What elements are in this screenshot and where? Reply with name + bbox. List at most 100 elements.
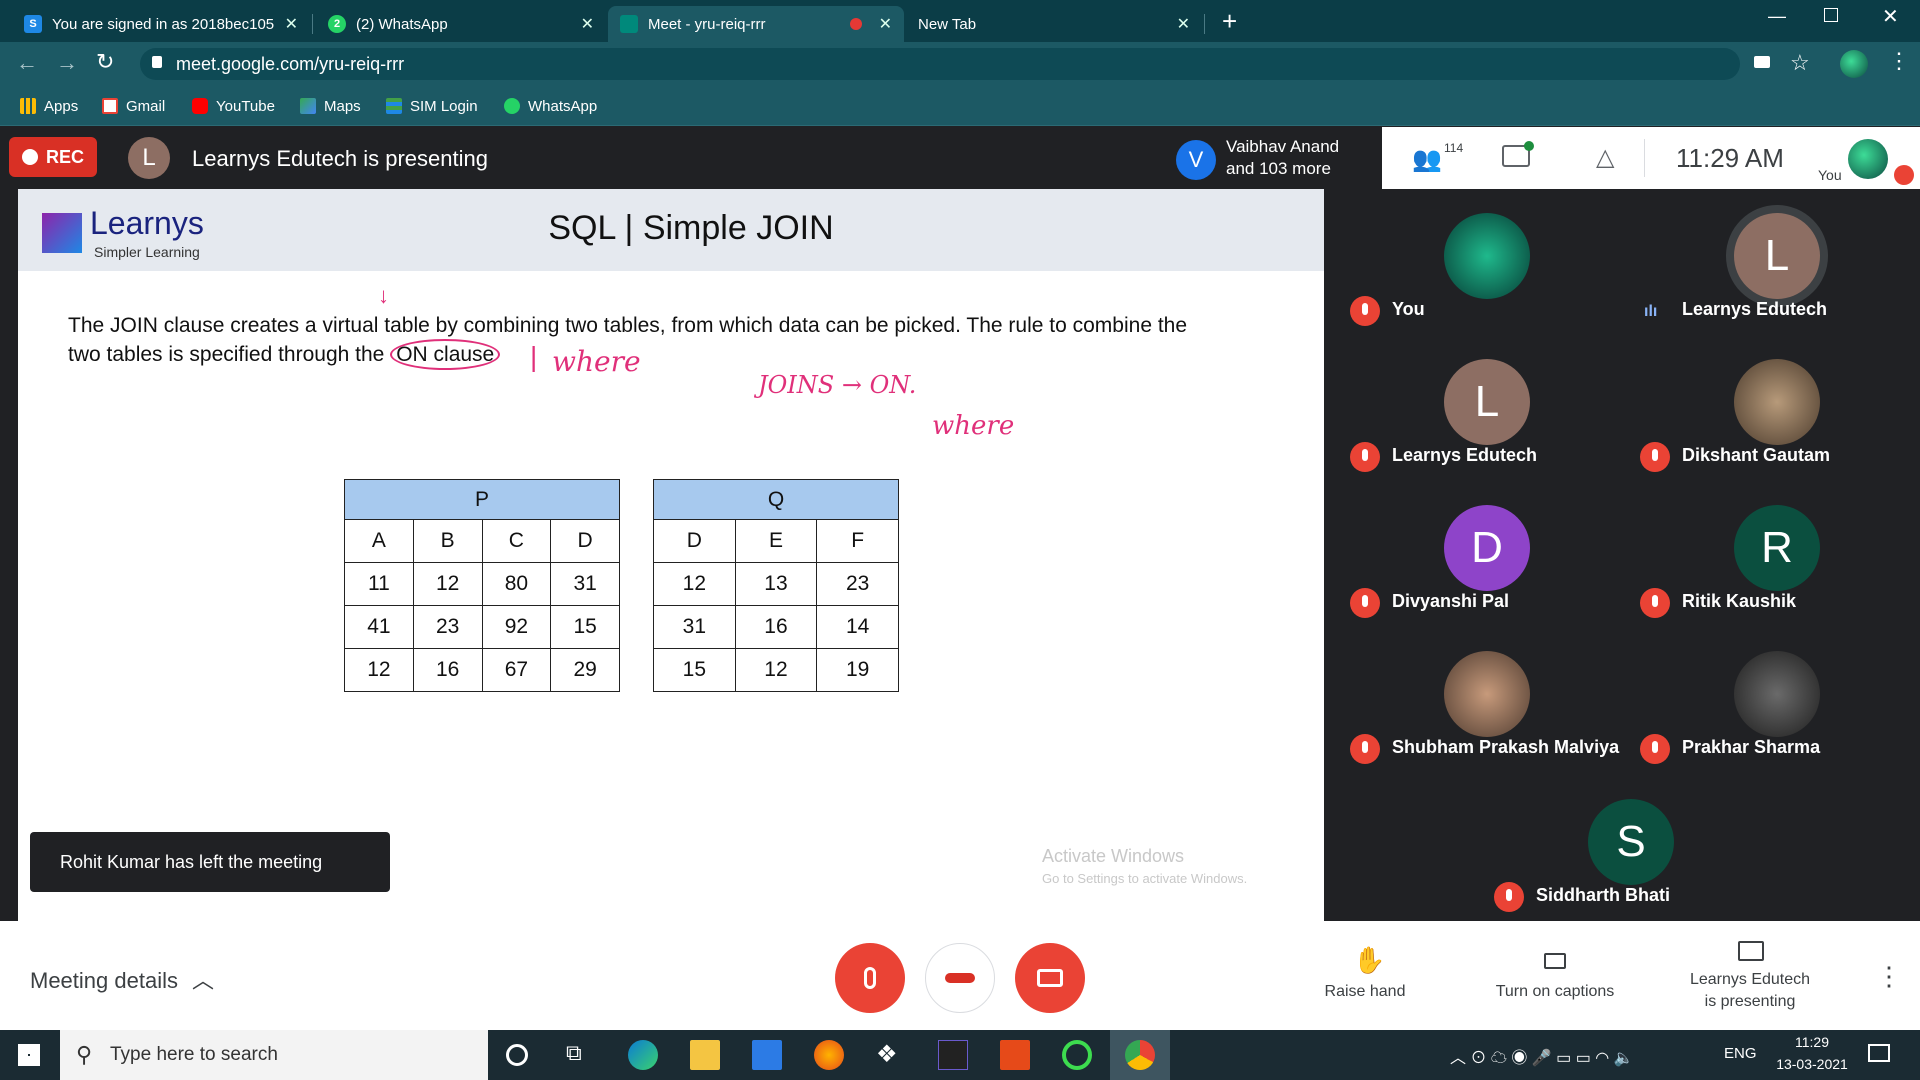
url-input[interactable]: meet.google.com/yru-reiq-rrr xyxy=(140,48,1740,80)
mic-toggle-button[interactable] xyxy=(835,943,905,1013)
present-icon[interactable] xyxy=(1738,941,1764,961)
table-cell: 23 xyxy=(816,562,899,606)
participant-tile[interactable]: R Ritik Kaushik xyxy=(1632,481,1920,627)
participant-name: Learnys Edutech xyxy=(1682,299,1828,319)
participant-tile[interactable]: Shubham Prakash Malviya xyxy=(1342,627,1632,773)
chat-unread-dot xyxy=(1524,141,1534,151)
language-indicator[interactable]: ENG xyxy=(1724,1045,1757,1062)
participants-more: and 103 more xyxy=(1226,159,1331,178)
table-cell: 19 xyxy=(816,648,899,692)
raise-hand-button[interactable]: Raise hand xyxy=(1300,983,1430,1001)
back-icon[interactable]: ← xyxy=(16,50,38,76)
bookmark-maps[interactable]: Maps xyxy=(300,86,361,126)
predator-icon[interactable] xyxy=(938,1040,968,1070)
mic-off-icon xyxy=(1350,588,1380,618)
close-tab-icon[interactable]: ✕ xyxy=(581,14,594,34)
edge-icon[interactable] xyxy=(628,1040,658,1070)
slide-text-line1: The JOIN clause creates a virtual table … xyxy=(68,314,1188,337)
participant-tile[interactable]: Dikshant Gautam xyxy=(1632,335,1920,481)
windows-start-icon[interactable] xyxy=(18,1044,40,1066)
tab-whatsapp[interactable]: 2 (2) WhatsApp ✕ xyxy=(316,6,606,42)
activities-icon[interactable]: △ xyxy=(1596,143,1614,172)
participant-tile[interactable]: L Learnys Edutech xyxy=(1342,335,1632,481)
tab-new[interactable]: New Tab ✕ xyxy=(906,6,1202,42)
close-tab-icon[interactable]: ✕ xyxy=(285,14,298,34)
restore-icon[interactable] xyxy=(1824,8,1838,22)
close-tab-icon[interactable]: ✕ xyxy=(879,14,892,34)
participant-photo xyxy=(1734,651,1820,737)
minimize-icon[interactable]: — xyxy=(1768,6,1786,27)
participant-tile[interactable]: Prakhar Sharma xyxy=(1632,627,1920,773)
more-options-icon[interactable]: ⋮ xyxy=(1876,961,1902,992)
bookmark-youtube[interactable]: YouTube xyxy=(192,86,275,126)
presenting-line2[interactable]: is presenting xyxy=(1670,993,1830,1011)
bookmark-gmail[interactable]: Gmail xyxy=(102,86,165,126)
participants-summary[interactable]: V Vaibhav Anand and 103 more xyxy=(1168,127,1382,189)
table-p: P ABCD 11 12 80 31 41 23 92 15 12 16 67 29 xyxy=(344,479,620,692)
tab-signed-in[interactable]: S You are signed in as 2018bec105 ✕ xyxy=(12,6,310,42)
forward-icon[interactable]: → xyxy=(56,50,78,76)
mic-off-icon xyxy=(1350,442,1380,472)
youtube-icon xyxy=(192,98,208,114)
participant-avatar xyxy=(1444,213,1530,299)
new-tab-button[interactable]: + xyxy=(1222,6,1237,37)
profile-avatar[interactable] xyxy=(1840,50,1868,78)
firefox-icon[interactable] xyxy=(814,1040,844,1070)
annotation-arrow: ↓ xyxy=(378,283,389,308)
office-icon[interactable] xyxy=(1000,1040,1030,1070)
dropbox-icon[interactable]: ❖ xyxy=(876,1040,906,1070)
captions-button[interactable]: Turn on captions xyxy=(1480,983,1630,1001)
close-window-icon[interactable]: ✕ xyxy=(1882,4,1899,29)
participant-tile[interactable]: L ılı Learnys Edutech xyxy=(1632,189,1920,335)
mic-off-icon xyxy=(864,967,876,989)
captions-icon[interactable] xyxy=(1544,953,1566,969)
people-icon[interactable]: 👥 xyxy=(1412,145,1442,174)
bookmark-sim-login[interactable]: SIM Login xyxy=(386,86,478,126)
notifications-icon[interactable] xyxy=(1868,1044,1890,1062)
camera-toggle-button[interactable] xyxy=(1015,943,1085,1013)
taskbar-search-input[interactable]: ⚲ Type here to search xyxy=(60,1030,488,1080)
hangup-icon xyxy=(945,973,975,983)
table-p-title: P xyxy=(344,479,620,520)
bookmark-apps[interactable]: Apps xyxy=(20,86,78,126)
annotation-where-1: where xyxy=(552,345,641,378)
leave-call-button[interactable] xyxy=(925,943,995,1013)
camera-icon[interactable] xyxy=(1754,56,1770,68)
whatsapp-icon: 2 xyxy=(328,15,346,33)
table-cell: 31 xyxy=(653,605,736,649)
annotation-where-2: where xyxy=(932,411,1015,441)
chrome-taskbar-button[interactable] xyxy=(1110,1030,1170,1080)
taskbar-clock-time[interactable]: 11:29 xyxy=(1762,1034,1862,1050)
people-count: 114 xyxy=(1444,141,1464,155)
greenshot-icon[interactable] xyxy=(1062,1040,1092,1070)
raise-hand-icon[interactable]: ✋ xyxy=(1353,945,1385,976)
bookmark-whatsapp[interactable]: WhatsApp xyxy=(504,86,597,126)
participant-tile[interactable]: D Divyanshi Pal xyxy=(1342,481,1632,627)
participant-tile[interactable]: You xyxy=(1342,189,1632,335)
tab-meet[interactable]: Meet - yru-reiq-rrr ✕ xyxy=(608,6,904,42)
maps-icon xyxy=(300,98,316,114)
table-cell: 13 xyxy=(734,562,818,606)
self-avatar xyxy=(1848,139,1888,179)
menu-icon[interactable]: ⋮ xyxy=(1888,48,1910,74)
table-q: Q DEF 12 13 23 31 16 14 15 12 19 xyxy=(653,479,899,692)
cortana-icon[interactable] xyxy=(506,1044,528,1066)
mail-icon[interactable] xyxy=(752,1040,782,1070)
file-explorer-icon[interactable] xyxy=(690,1040,720,1070)
task-view-icon[interactable]: ⧉ xyxy=(566,1040,596,1070)
participant-tile[interactable]: S Siddharth Bhati xyxy=(1486,775,1776,921)
participant-avatar: L xyxy=(1444,359,1530,445)
meeting-details-button[interactable]: Meeting details ︿ xyxy=(30,963,214,995)
system-tray-icons[interactable]: ︿ ⊙ ☁ ◉ 🎤 ▭ ▭ ◠ 🔈 xyxy=(1450,1044,1634,1068)
table-cell: 16 xyxy=(734,605,818,649)
toast-notification: Rohit Kumar has left the meeting xyxy=(30,832,390,892)
whatsapp-icon xyxy=(504,98,520,114)
mic-off-icon xyxy=(1640,734,1670,764)
reload-icon[interactable]: ↻ xyxy=(96,49,114,75)
taskbar-clock-date[interactable]: 13-03-2021 xyxy=(1762,1056,1862,1072)
presenting-line1[interactable]: Learnys Edutech xyxy=(1670,971,1830,989)
mic-off-icon xyxy=(1494,882,1524,912)
close-tab-icon[interactable]: ✕ xyxy=(1177,14,1190,34)
star-icon[interactable]: ☆ xyxy=(1790,50,1810,76)
tab-label: Meet - yru-reiq-rrr xyxy=(648,15,766,33)
